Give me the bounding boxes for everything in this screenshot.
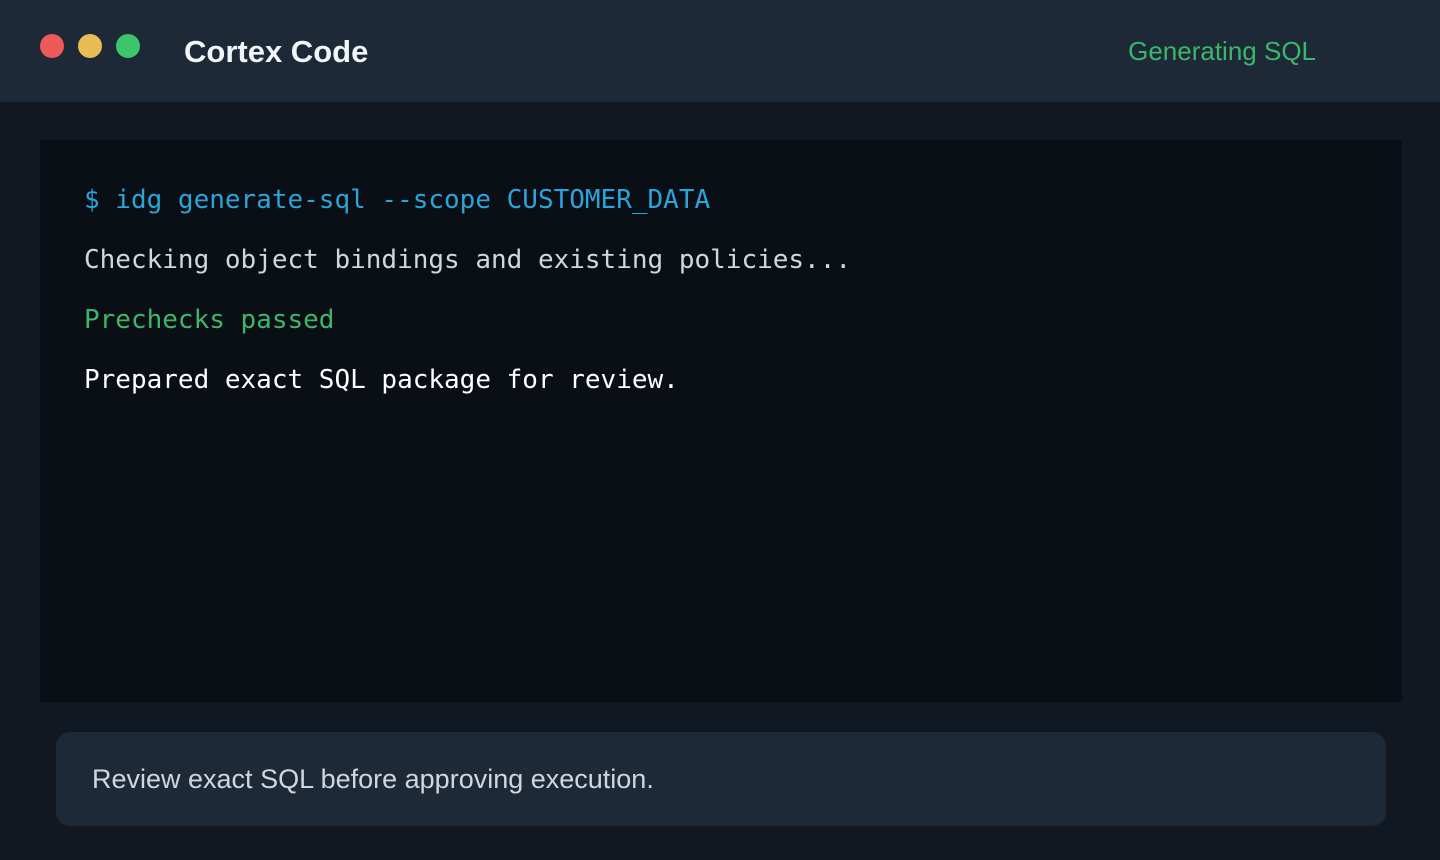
minimize-window-button[interactable] <box>78 34 102 58</box>
footer-notice: Review exact SQL before approving execut… <box>56 732 1386 826</box>
app-title: Cortex Code <box>184 34 369 69</box>
terminal-output-line: Prepared exact SQL package for review. <box>84 365 679 395</box>
terminal-success-line: Prechecks passed <box>84 305 335 335</box>
terminal-output-line: Checking object bindings and existing po… <box>84 245 852 275</box>
title-bar: Cortex Code Generating SQL <box>0 0 1440 102</box>
footer-message: Review exact SQL before approving execut… <box>92 764 654 794</box>
close-window-button[interactable] <box>40 34 64 58</box>
terminal-output[interactable]: $ idg generate-sql --scope CUSTOMER_DATA… <box>40 140 1402 702</box>
maximize-window-button[interactable] <box>116 34 140 58</box>
status-indicator: Generating SQL <box>1128 36 1316 66</box>
terminal-command-line: $ idg generate-sql --scope CUSTOMER_DATA <box>84 185 711 215</box>
